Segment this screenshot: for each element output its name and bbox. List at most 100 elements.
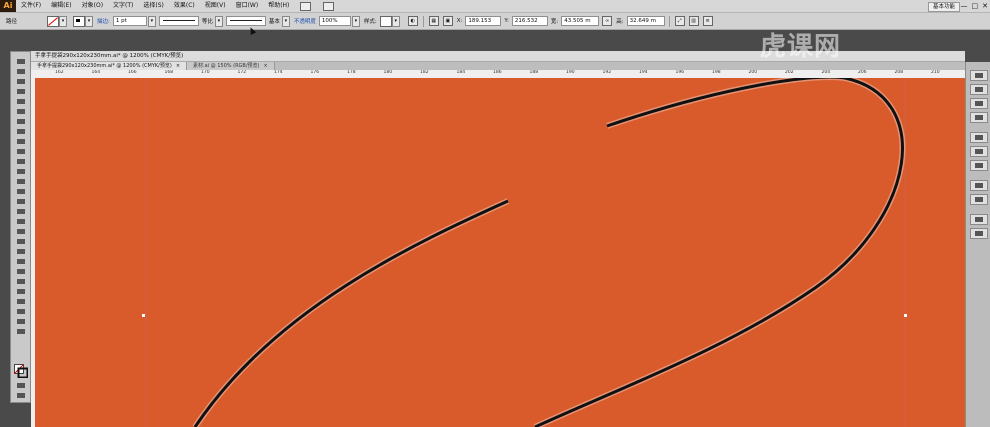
- arrange-documents-icon[interactable]: [323, 1, 335, 11]
- drawing-modes-icon[interactable]: [15, 382, 27, 389]
- fill-swatch[interactable]: [47, 15, 60, 27]
- bounding-box-handle[interactable]: [904, 314, 907, 317]
- menu-help[interactable]: 帮助(H): [263, 0, 294, 12]
- transparency-panel-icon[interactable]: [970, 160, 988, 171]
- selection-type-label: 路径: [6, 19, 18, 25]
- chevron-down-icon[interactable]: ▾: [214, 15, 223, 27]
- shape-builder-tool-icon[interactable]: [15, 218, 27, 225]
- constrain-proportions-icon[interactable]: ∞: [602, 16, 613, 26]
- bridge-icon[interactable]: [300, 1, 312, 11]
- tab-document-1[interactable]: 手拿手提袋290x120x230mm.ai* @ 1200% (CMYK/预览)…: [31, 62, 188, 70]
- opacity-field[interactable]: 100%: [318, 16, 351, 26]
- screen-mode-icon[interactable]: [15, 392, 27, 399]
- stroke-label-link[interactable]: 描边:: [97, 17, 110, 25]
- menu-window[interactable]: 窗口(W): [231, 0, 264, 12]
- selection-tool-icon[interactable]: [15, 58, 27, 65]
- bounding-box-handle[interactable]: [142, 314, 145, 317]
- x-field[interactable]: 189.153: [465, 16, 502, 26]
- fill-stroke-icon[interactable]: [14, 364, 29, 379]
- rotate-tool-icon[interactable]: [15, 178, 27, 185]
- artboards-panel-icon[interactable]: [970, 228, 988, 239]
- column-graph-tool-icon[interactable]: [15, 288, 27, 295]
- hand-tool-icon[interactable]: [15, 318, 27, 325]
- bag-outline-stroke[interactable]: [533, 78, 906, 427]
- isolate-icon[interactable]: ▥: [688, 16, 699, 26]
- recolor-icon[interactable]: ◐: [407, 16, 418, 26]
- menu-select[interactable]: 选择(S): [138, 0, 169, 12]
- menu-file[interactable]: 文件(F): [16, 0, 46, 12]
- transform-icon[interactable]: ⤢: [674, 16, 685, 26]
- direct-selection-tool-icon[interactable]: [15, 68, 27, 75]
- tab-document-2[interactable]: 素材.ai @ 150% (RGB/预览) ×: [187, 62, 275, 70]
- paintbrush-tool-icon[interactable]: [15, 138, 27, 145]
- bag-outline-stroke[interactable]: [534, 78, 904, 427]
- ruler-tick-label: 202: [785, 70, 794, 75]
- stroke-panel-icon[interactable]: [970, 132, 988, 143]
- brush-definition[interactable]: [225, 16, 266, 26]
- slice-tool-icon[interactable]: [15, 308, 27, 315]
- pen-tool-icon[interactable]: [15, 98, 27, 105]
- blob-brush-tool-icon[interactable]: [15, 158, 27, 165]
- y-field[interactable]: 216.532: [511, 16, 548, 26]
- ruler-tick-label: 168: [164, 70, 174, 75]
- appearance-panel-icon[interactable]: [970, 180, 988, 191]
- opacity-label-link[interactable]: 不透明度: [294, 17, 316, 25]
- lasso-tool-icon[interactable]: [15, 88, 27, 95]
- pencil-tool-icon[interactable]: [15, 148, 27, 155]
- menu-effect[interactable]: 效果(C): [169, 0, 200, 12]
- eraser-tool-icon[interactable]: [15, 168, 27, 175]
- chevron-down-icon[interactable]: ▾: [85, 15, 94, 27]
- bag-outline-stroke[interactable]: [193, 199, 509, 427]
- menu-edit[interactable]: 编辑(E): [46, 0, 76, 12]
- gradient-tool-icon[interactable]: [15, 248, 27, 255]
- graphic-style-swatch[interactable]: [379, 15, 392, 27]
- mesh-tool-icon[interactable]: [15, 238, 27, 245]
- line-tool-icon[interactable]: [15, 118, 27, 125]
- blend-tool-icon[interactable]: [15, 268, 27, 275]
- symbol-sprayer-tool-icon[interactable]: [15, 278, 27, 285]
- magic-wand-tool-icon[interactable]: [15, 78, 27, 85]
- width-field[interactable]: 43.505 m: [561, 16, 600, 26]
- symbols-panel-icon[interactable]: [970, 112, 988, 123]
- width-tool-icon[interactable]: [15, 198, 27, 205]
- gradient-panel-icon[interactable]: [970, 146, 988, 157]
- close-icon[interactable]: ×: [264, 63, 268, 69]
- align-icon[interactable]: ▦: [428, 16, 439, 26]
- close-icon[interactable]: ×: [176, 63, 180, 69]
- artboard-canvas[interactable]: [35, 78, 965, 427]
- workspace-switcher[interactable]: 基本功能: [927, 2, 960, 12]
- zoom-tool-icon[interactable]: [15, 328, 27, 335]
- artboard-tool-icon[interactable]: [15, 298, 27, 305]
- rectangle-tool-icon[interactable]: [15, 128, 27, 135]
- stroke-swatch[interactable]: [73, 15, 86, 27]
- bag-outline-stroke[interactable]: [192, 198, 510, 427]
- close-button[interactable]: ✕: [982, 1, 988, 11]
- type-tool-icon[interactable]: [15, 108, 27, 115]
- ruler-tick-label: 172: [237, 70, 247, 75]
- chevron-down-icon[interactable]: ▾: [351, 15, 360, 27]
- chevron-down-icon[interactable]: ▾: [391, 15, 400, 27]
- scale-tool-icon[interactable]: [15, 188, 27, 195]
- color-panel-icon[interactable]: [970, 70, 988, 81]
- menu-type[interactable]: 文字(T): [108, 0, 138, 12]
- chevron-down-icon[interactable]: ▾: [147, 15, 156, 27]
- reference-point-icon[interactable]: ▣: [442, 16, 453, 26]
- graphic-styles-panel-icon[interactable]: [970, 194, 988, 205]
- chevron-down-icon[interactable]: ▾: [281, 15, 290, 27]
- free-transform-tool-icon[interactable]: [15, 208, 27, 215]
- maximize-button[interactable]: □: [972, 1, 979, 11]
- stroke-weight-field[interactable]: 1 pt: [112, 16, 147, 26]
- menu-view[interactable]: 视图(V): [200, 0, 231, 12]
- layers-panel-icon[interactable]: [970, 214, 988, 225]
- ruler-tick-label: 174: [274, 70, 283, 75]
- perspective-grid-tool-icon[interactable]: [15, 228, 27, 235]
- minimize-button[interactable]: —: [961, 1, 968, 11]
- menu-object[interactable]: 对象(O): [77, 0, 108, 12]
- chevron-down-icon[interactable]: ▾: [59, 15, 68, 27]
- brushes-panel-icon[interactable]: [970, 98, 988, 109]
- panel-menu-icon[interactable]: ≡: [702, 16, 713, 26]
- swatches-panel-icon[interactable]: [970, 84, 988, 95]
- eyedropper-tool-icon[interactable]: [15, 258, 27, 265]
- variable-width-profile[interactable]: [158, 16, 199, 26]
- height-field[interactable]: 32.649 m: [626, 16, 665, 26]
